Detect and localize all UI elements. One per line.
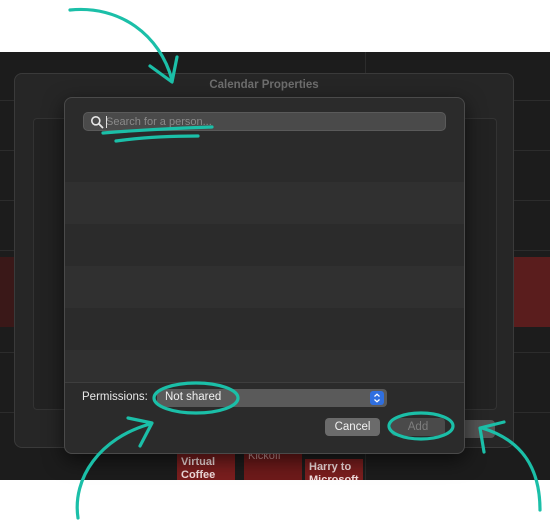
share-sheet: Permissions: Not shared Cancel Add (64, 97, 465, 454)
permissions-value: Not shared (165, 391, 222, 403)
people-list[interactable] (65, 140, 464, 382)
chevron-updown-icon (370, 391, 384, 405)
text-caret (106, 116, 107, 128)
calendar-event[interactable]: Harry to Microsoft (305, 459, 363, 480)
calendar-event[interactable]: Virtual Coffee (177, 454, 235, 480)
permissions-select[interactable]: Not shared (157, 389, 387, 407)
window-title: Calendar Properties (209, 79, 319, 91)
permissions-label: Permissions: (82, 391, 148, 403)
divider (65, 382, 464, 383)
list-item (65, 182, 464, 224)
search-field[interactable] (83, 112, 446, 131)
event-title: Virtual Coffee (181, 456, 216, 480)
search-icon (91, 116, 104, 129)
calendar-event-block (0, 257, 14, 327)
list-item (65, 350, 464, 382)
search-input[interactable] (106, 113, 436, 130)
add-button[interactable]: Add (391, 418, 445, 436)
calendar-event-block (514, 257, 550, 327)
event-title: Harry to Microsoft (309, 461, 359, 480)
list-item (65, 224, 464, 266)
cancel-button[interactable]: Cancel (325, 418, 380, 436)
list-item (65, 308, 464, 350)
list-item (65, 266, 464, 308)
list-item (65, 140, 464, 182)
